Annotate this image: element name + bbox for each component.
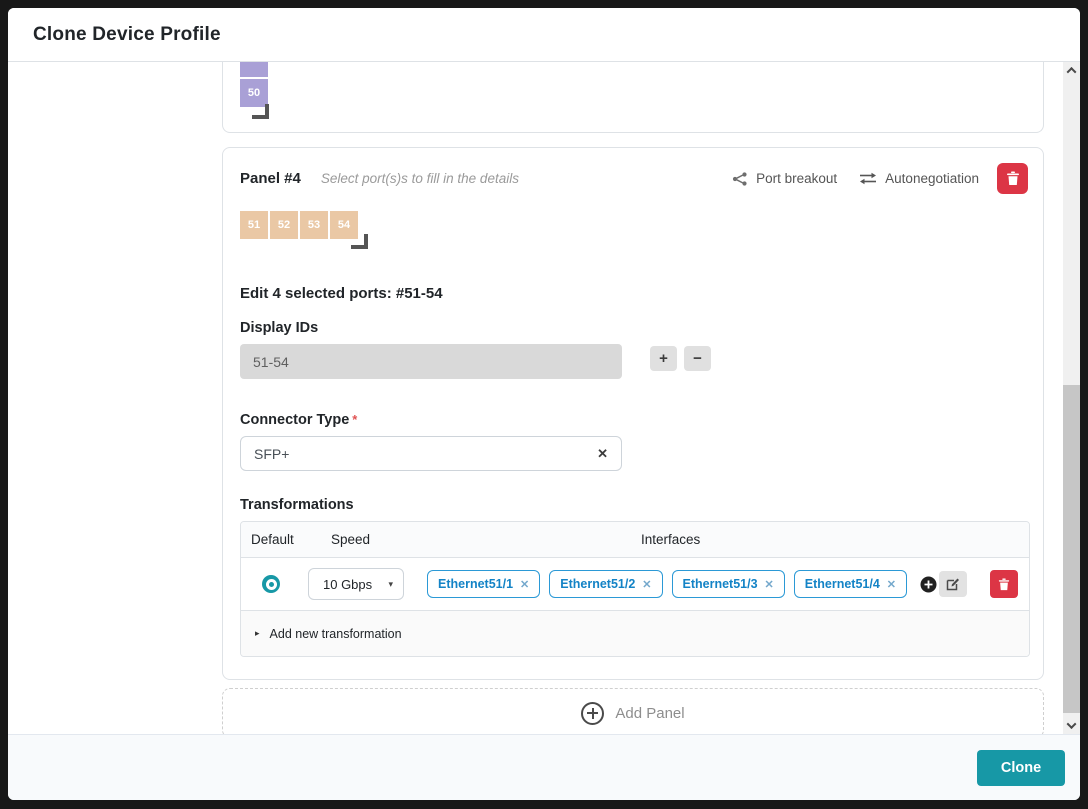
display-ids-row: 51-54 + − [240, 344, 1028, 379]
delete-transformation-button[interactable] [990, 570, 1018, 598]
radio-ring [266, 579, 277, 590]
clone-button[interactable]: Clone [977, 750, 1065, 786]
panel-3-ports: 50 [240, 62, 268, 107]
panel-3-card: 50 [222, 62, 1044, 133]
increment-button[interactable]: + [650, 346, 677, 371]
transformations-table: Default Speed Interfaces 10 Gbps ▾ [240, 521, 1030, 657]
add-new-transformation-label: Add new transformation [270, 627, 402, 641]
add-panel-button[interactable]: Add Panel [222, 688, 1044, 734]
panel-header-actions: Port breakout Autone [732, 163, 1028, 194]
port-box-partial[interactable] [240, 62, 268, 77]
edit-transformation-button[interactable] [939, 571, 967, 597]
speed-value: 10 Gbps [323, 577, 372, 592]
transformation-row: 10 Gbps ▾ Ethernet51/1 ✕ Ethernet51/2 ✕ [241, 558, 1029, 610]
interface-tags: Ethernet51/1 ✕ Ethernet51/2 ✕ Ethernet51… [427, 570, 907, 598]
dialog-title: Clone Device Profile [33, 24, 221, 46]
display-ids-stepper: + − [650, 346, 711, 371]
panel-resize-handle[interactable] [351, 234, 368, 249]
interface-tag-label: Ethernet51/2 [560, 577, 635, 591]
scrollbar-thumb[interactable] [1063, 385, 1080, 713]
port-breakout-label: Port breakout [756, 171, 837, 186]
disclosure-triangle-icon: ▸ [255, 628, 260, 639]
chevron-down-icon [1067, 719, 1077, 729]
dialog-header: Clone Device Profile [8, 8, 1080, 62]
port-box-53[interactable]: 53 [300, 211, 328, 239]
clear-connector-icon[interactable]: ✕ [597, 446, 608, 462]
panel-title: Panel #4 [240, 170, 301, 187]
port-box-51[interactable]: 51 [240, 211, 268, 239]
dialog-content: 50 Panel #4 Select port(s)s to fill in t… [222, 62, 1044, 734]
remove-interface-icon[interactable]: ✕ [520, 578, 529, 591]
panel-4-header: Panel #4 Select port(s)s to fill in the … [240, 163, 1028, 194]
interface-tag-label: Ethernet51/1 [438, 577, 513, 591]
plus-circle-outline-icon [581, 702, 604, 725]
remove-interface-icon[interactable]: ✕ [887, 578, 896, 591]
delete-panel-button[interactable] [997, 163, 1028, 194]
remove-interface-icon[interactable]: ✕ [765, 578, 774, 591]
transformation-row-actions [939, 570, 1018, 598]
edit-pencil-icon [946, 577, 960, 591]
autonegotiation-icon [859, 172, 877, 185]
trash-icon [998, 578, 1010, 591]
dialog-body: 50 Panel #4 Select port(s)s to fill in t… [8, 62, 1080, 734]
column-header-speed: Speed [331, 532, 641, 547]
panel-resize-handle[interactable] [252, 104, 269, 119]
panel-4-card: Panel #4 Select port(s)s to fill in the … [222, 147, 1044, 680]
connector-type-value: SFP+ [254, 446, 289, 462]
connector-type-select[interactable]: SFP+ ✕ [240, 436, 622, 471]
chevron-down-icon: ▾ [388, 579, 393, 590]
scroll-down-button[interactable] [1063, 717, 1080, 734]
port-box-52[interactable]: 52 [270, 211, 298, 239]
display-ids-label: Display IDs [240, 320, 1028, 336]
interface-tag[interactable]: Ethernet51/1 ✕ [427, 570, 540, 598]
clone-device-profile-dialog: Clone Device Profile 50 Panel #4 Select … [8, 8, 1080, 800]
connector-type-label: Connector Type [240, 412, 349, 428]
remove-interface-icon[interactable]: ✕ [642, 578, 651, 591]
scroll-up-button[interactable] [1063, 62, 1080, 79]
add-panel-label: Add Panel [615, 705, 684, 722]
interface-tag[interactable]: Ethernet51/4 ✕ [794, 570, 907, 598]
vertical-scrollbar[interactable] [1063, 62, 1080, 734]
trash-icon [1006, 171, 1020, 186]
edit-selected-ports-heading: Edit 4 selected ports: #51-54 [240, 285, 1028, 302]
autonegotiation-button[interactable]: Autonegotiation [859, 171, 979, 186]
column-header-default: Default [241, 532, 331, 547]
panel-hint: Select port(s)s to fill in the details [321, 171, 519, 186]
decrement-button[interactable]: − [684, 346, 711, 371]
connector-type-label-row: Connector Type* [240, 412, 1028, 428]
autonegotiation-label: Autonegotiation [885, 171, 979, 186]
interface-tag-label: Ethernet51/3 [683, 577, 758, 591]
port-breakout-icon [732, 171, 748, 187]
default-radio-selected[interactable] [262, 575, 280, 593]
radio-dot [269, 582, 274, 587]
port-breakout-button[interactable]: Port breakout [732, 171, 837, 187]
plus-circle-icon [920, 576, 937, 593]
column-header-interfaces: Interfaces [641, 532, 1029, 547]
display-ids-input[interactable]: 51-54 [240, 344, 622, 379]
add-interface-button[interactable] [920, 576, 937, 593]
add-new-transformation-toggle[interactable]: ▸ Add new transformation [241, 610, 1029, 656]
interface-tag[interactable]: Ethernet51/3 ✕ [672, 570, 785, 598]
transformations-table-header: Default Speed Interfaces [241, 522, 1029, 558]
display-ids-value: 51-54 [253, 354, 289, 370]
port-box-50[interactable]: 50 [240, 79, 268, 107]
transformations-label: Transformations [240, 497, 1028, 513]
chevron-up-icon [1067, 67, 1077, 77]
interface-tag[interactable]: Ethernet51/2 ✕ [549, 570, 662, 598]
required-asterisk: * [352, 412, 357, 427]
interface-tag-label: Ethernet51/4 [805, 577, 880, 591]
panel-4-ports-row: 51 52 53 54 [240, 211, 1028, 251]
dialog-footer: Clone [8, 734, 1080, 800]
speed-select[interactable]: 10 Gbps ▾ [308, 568, 404, 600]
